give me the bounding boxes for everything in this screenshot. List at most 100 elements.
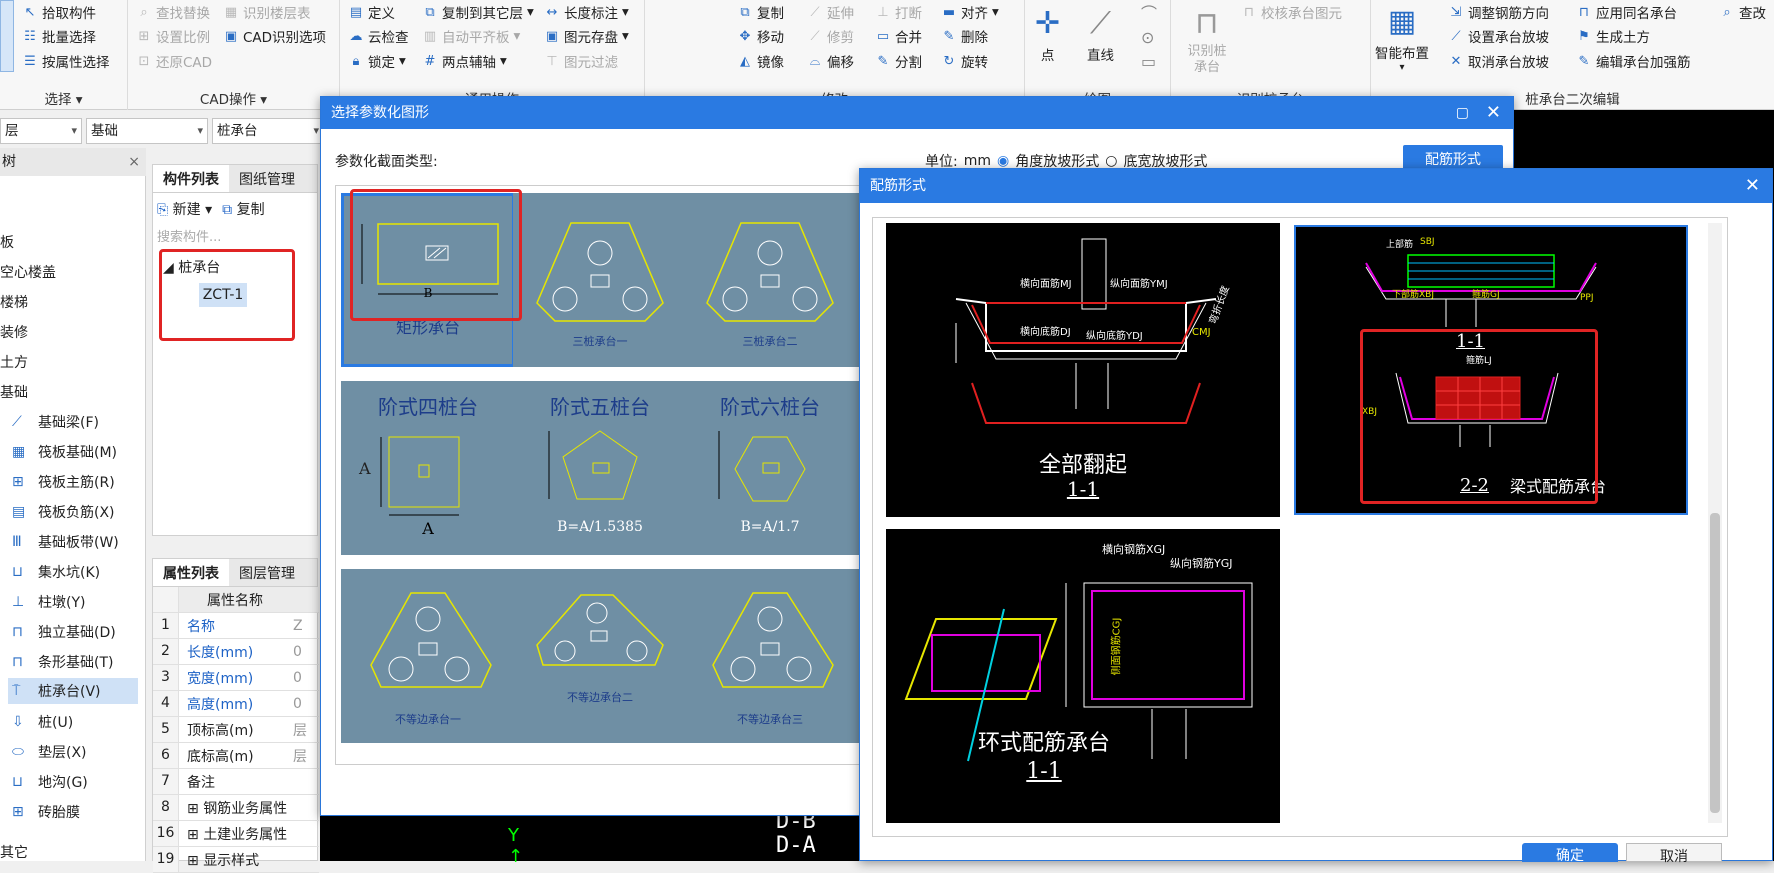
tile-three-pile-cap-2[interactable]: 三桩承台二: [683, 193, 875, 367]
identify-floor-table-button[interactable]: ▦ 识别楼层表: [223, 2, 311, 23]
maximize-icon[interactable]: ▢: [1456, 97, 1469, 129]
find-replace-button[interactable]: ⌕ 查找替换: [136, 2, 210, 23]
tree-item-trench[interactable]: ⊔ 地沟(G): [12, 772, 88, 792]
rebar-option-ring-cap[interactable]: 横向钢筋XGJ 纵向钢筋YGJ 侧面钢筋CGJ 环式配筋承台 1-1: [886, 529, 1280, 823]
property-value[interactable]: 0: [289, 670, 302, 686]
tree-item-earthwork[interactable]: 土方: [0, 352, 28, 372]
property-row[interactable]: 19 ⊞ 显示样式: [153, 847, 319, 873]
delete-button[interactable]: ✎ 删除: [941, 26, 988, 47]
close-icon[interactable]: ×: [128, 148, 140, 176]
search-component-input[interactable]: 搜索构件...: [155, 227, 315, 249]
tab-property-list[interactable]: 属性列表: [153, 559, 229, 586]
property-row[interactable]: 7 备注: [153, 769, 319, 795]
tree-item-raft-main-rebar[interactable]: ⊞ 筏板主筋(R): [12, 472, 115, 492]
tree-item-cushion[interactable]: ⬭ 垫层(X): [12, 742, 87, 762]
tree-item-stair[interactable]: 楼梯: [0, 292, 28, 312]
new-button[interactable]: ⎘ 新建 ▾: [157, 199, 212, 219]
tile-stepped-six-pile[interactable]: 阶式六桩台 B=A/1.7: [683, 381, 875, 555]
tree-item-raft[interactable]: ▦ 筏板基础(M): [12, 442, 117, 462]
tile-stepped-four-pile[interactable]: 阶式四桩台 A A: [341, 381, 515, 555]
generate-earthwork-button[interactable]: ⚑ 生成土方: [1576, 26, 1650, 47]
cloud-check-button[interactable]: ☁ 云检查: [348, 26, 409, 47]
check-modify-button[interactable]: ⌕ 查改: [1719, 2, 1766, 23]
restore-cad-button[interactable]: ⊡ 还原CAD: [136, 51, 213, 72]
close-icon[interactable]: ✕: [1745, 169, 1760, 203]
property-row[interactable]: 3 宽度(mm) 0: [153, 665, 319, 691]
select-group-title[interactable]: 选择 ▾: [0, 88, 127, 108]
save-element-button[interactable]: ▣ 图元存盘 ▾: [544, 26, 629, 46]
property-row[interactable]: 5 顶标高(m) 层: [153, 717, 319, 743]
batch-select-button[interactable]: ☷ 批量选择: [22, 26, 96, 47]
select-big-button[interactable]: [0, 0, 14, 72]
cad-group-title[interactable]: CAD操作 ▾: [128, 88, 339, 108]
set-cap-slope-button[interactable]: ⟋ 设置承台放坡: [1448, 26, 1549, 47]
adjust-rebar-direction-button[interactable]: ⇲ 调整钢筋方向: [1448, 2, 1549, 23]
tree-item-strip-footing[interactable]: ⊓ 条形基础(T): [12, 652, 113, 672]
draw-point-button[interactable]: ✛ 点: [1035, 4, 1060, 64]
rotate-button[interactable]: ↻ 旋转: [941, 51, 988, 72]
property-row[interactable]: 2 长度(mm) 0: [153, 639, 319, 665]
rebar-option-full-bend[interactable]: 横向面筋MJ 纵向面筋YMJ 横向底筋DJ 纵向底筋YDJ CMJ 弯折长度 全…: [886, 223, 1280, 517]
property-row[interactable]: 8 ⊞ 钢筋业务属性: [153, 795, 319, 821]
property-value[interactable]: 0: [289, 644, 302, 660]
tab-drawing-manage[interactable]: 图纸管理: [229, 165, 305, 192]
tree-item-hollow-floor[interactable]: 空心楼盖: [0, 262, 56, 282]
tree-item-column-pier[interactable]: ⊥ 柱墩(Y): [12, 592, 85, 612]
cancel-button[interactable]: 取消: [1626, 843, 1722, 865]
property-value[interactable]: 0: [289, 696, 302, 712]
cad-identify-options-button[interactable]: ▣ CAD识别选项: [223, 26, 326, 47]
tab-component-list[interactable]: 构件列表: [153, 165, 229, 192]
length-dimension-button[interactable]: ↔ 长度标注 ▾: [544, 2, 629, 22]
draw-line-button[interactable]: ⟋ 直线: [1087, 4, 1114, 64]
extend-button[interactable]: ⟋ 延伸: [807, 2, 854, 23]
tree-item-slab-band[interactable]: Ⅲ 基础板带(W): [12, 532, 119, 552]
break-button[interactable]: ⊥ 打断: [875, 2, 922, 23]
copy-to-other-layer-button[interactable]: ⧉ 复制到其它层 ▾: [422, 2, 533, 22]
smart-layout-button[interactable]: ▦ 智能布置 ▾: [1375, 2, 1429, 73]
element-filter-button[interactable]: ⊤ 图元过滤: [544, 51, 618, 72]
property-row[interactable]: 16 ⊞ 土建业务属性: [153, 821, 319, 847]
property-row[interactable]: 6 底标高(m) 层: [153, 743, 319, 769]
close-icon[interactable]: ✕: [1486, 97, 1501, 129]
tab-layer-manage[interactable]: 图层管理: [229, 559, 305, 586]
tile-three-pile-cap-1[interactable]: 三桩承台一: [513, 193, 687, 367]
tile-unequal-cap-3[interactable]: 不等边承台三: [683, 569, 875, 743]
two-point-axis-button[interactable]: # 两点辅轴 ▾: [422, 51, 507, 71]
expand-icon[interactable]: ⊞: [187, 801, 203, 817]
radio-width-slope[interactable]: ○: [1105, 153, 1117, 169]
tree-item-slab[interactable]: 板: [0, 232, 14, 252]
tree-item-pile[interactable]: ⇩ 桩(U): [12, 712, 73, 732]
check-pile-cap-button[interactable]: ⊓ 校核承台图元: [1241, 2, 1342, 23]
tree-item-other[interactable]: 其它: [0, 842, 28, 862]
copy-component-button[interactable]: ⧉ 复制: [222, 199, 264, 219]
select-by-property-button[interactable]: ☰ 按属性选择: [22, 51, 109, 72]
property-row[interactable]: 4 高度(mm) 0: [153, 691, 319, 717]
identify-pile-cap-button[interactable]: ⊓ 识别桩承台: [1187, 4, 1227, 76]
merge-button[interactable]: ▭ 合并: [875, 26, 922, 47]
pick-component-button[interactable]: ↖ 拾取构件: [22, 2, 96, 23]
layer-selector[interactable]: 层: [0, 118, 82, 144]
scrollbar[interactable]: [1708, 223, 1722, 823]
trim-button[interactable]: ⟋ 修剪: [807, 26, 854, 47]
tree-item-sump[interactable]: ⊔ 集水坑(K): [12, 562, 100, 582]
tile-unequal-cap-2[interactable]: 不等边承台二: [513, 569, 687, 743]
apply-same-name-cap-button[interactable]: ⊓ 应用同名承台: [1576, 2, 1677, 23]
property-value[interactable]: Z: [289, 618, 303, 634]
tree-item-pile-cap[interactable]: ⍑ 桩承台(V): [8, 678, 138, 704]
ok-button[interactable]: 确定: [1522, 843, 1618, 864]
tree-item-foundation-beam[interactable]: ⟋ 基础梁(F): [12, 412, 99, 432]
edit-cap-reinforcement-button[interactable]: ✎ 编辑承台加强筋: [1576, 51, 1691, 72]
lock-button[interactable]: 🔒︎ 锁定 ▾: [348, 51, 406, 71]
mirror-button[interactable]: ◭ 镜像: [737, 51, 784, 72]
move-button[interactable]: ✥ 移动: [737, 26, 784, 47]
set-scale-button[interactable]: ⊞ 设置比例: [136, 26, 210, 47]
define-button[interactable]: ▤ 定义: [348, 2, 395, 23]
tree-item-isolated-footing[interactable]: ⊓ 独立基础(D): [12, 622, 116, 642]
tree-item-decoration[interactable]: 装修: [0, 322, 28, 342]
copy-button[interactable]: ⧉ 复制: [737, 2, 784, 23]
align-button[interactable]: ▬ 对齐 ▾: [941, 2, 999, 22]
property-row[interactable]: 1 名称 Z: [153, 613, 319, 639]
tree-item-brick-mold[interactable]: ⊞ 砖胎膜: [12, 802, 80, 822]
tree-item-raft-neg-rebar[interactable]: ▤ 筏板负筋(X): [12, 502, 115, 522]
expand-icon[interactable]: ⊞: [187, 827, 203, 843]
